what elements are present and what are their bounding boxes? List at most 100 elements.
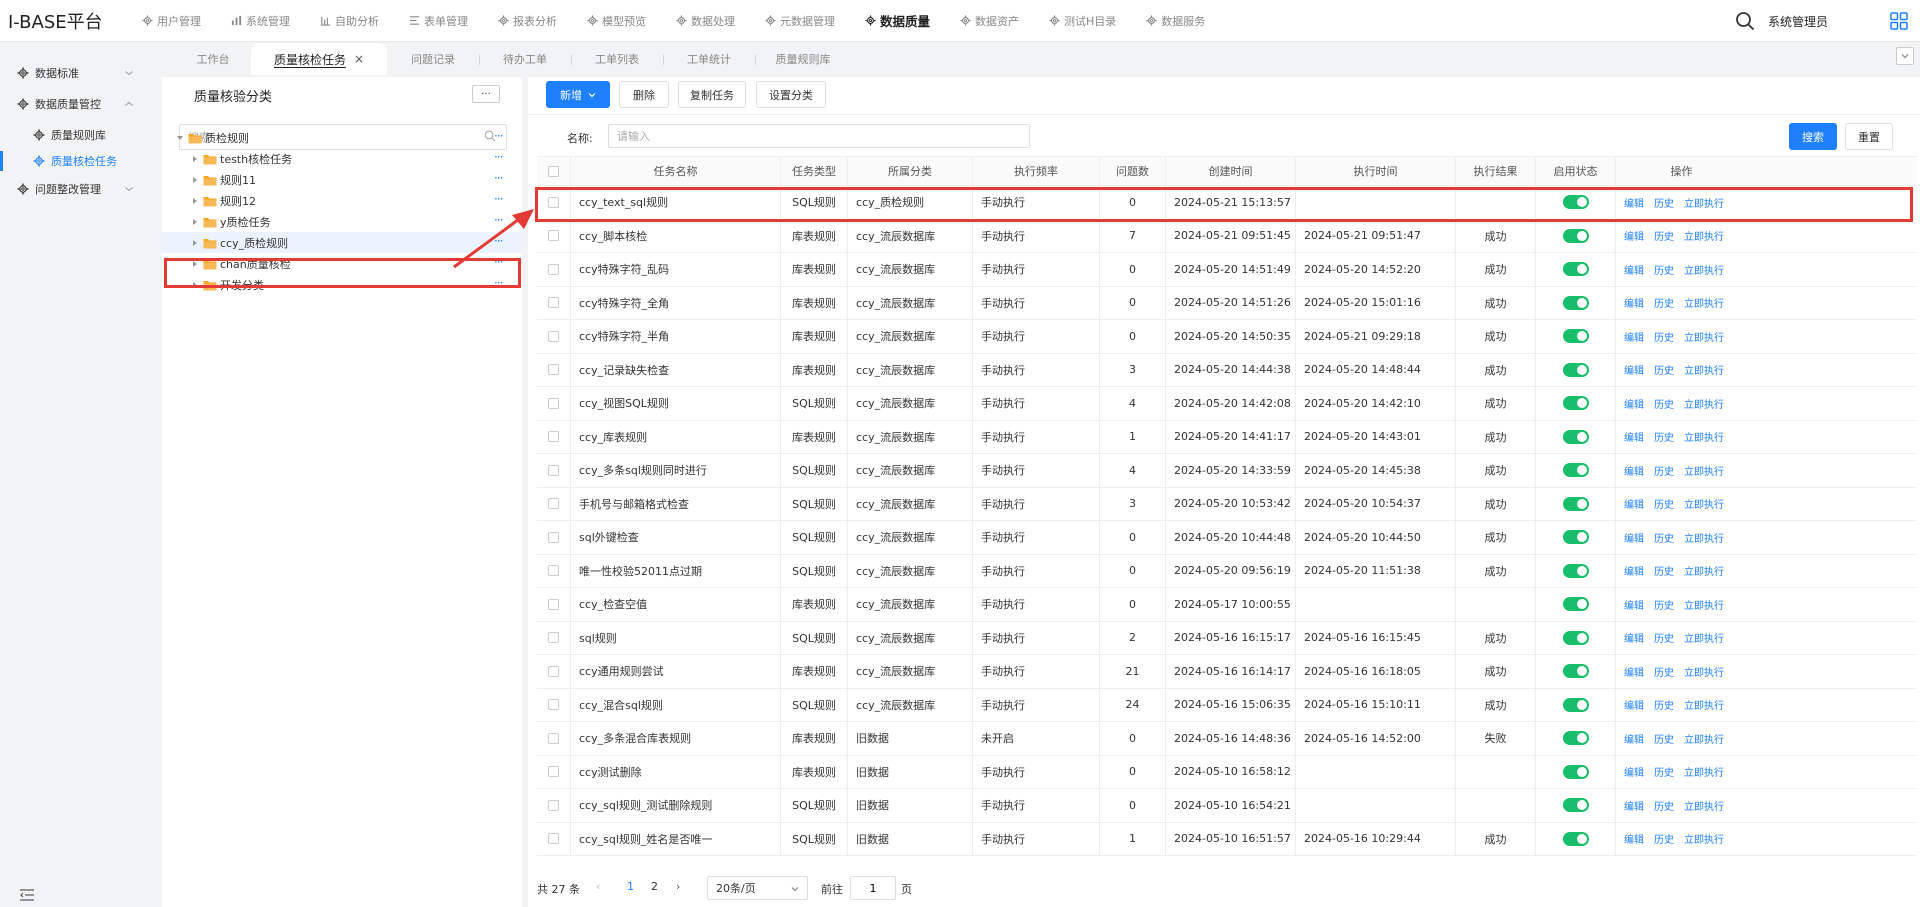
row-checkbox[interactable] [548, 498, 559, 510]
enable-toggle[interactable] [1562, 764, 1589, 779]
tree-node[interactable]: y质检任务 ··· [162, 211, 522, 232]
tab-5[interactable]: 工单统计 [663, 43, 755, 75]
history-link[interactable]: 历史 [1654, 396, 1674, 411]
copy-task-button[interactable]: 复制任务 [678, 81, 746, 108]
table-row[interactable]: sql规则 SQL规则 ccy_流辰数据库 手动执行 2 2024-05-16 16:15… [537, 621, 1917, 655]
history-link[interactable]: 历史 [1654, 329, 1674, 344]
sidebar-item-2[interactable]: 质量规则库 [0, 121, 156, 149]
run-now-link[interactable]: 立即执行 [1684, 396, 1724, 411]
more-icon[interactable]: ··· [494, 235, 504, 247]
topnav-item-10[interactable]: 测试H目录 [1049, 13, 1116, 29]
enable-toggle[interactable] [1562, 396, 1589, 411]
goto-page-input[interactable] [850, 876, 896, 900]
run-now-link[interactable]: 立即执行 [1684, 262, 1724, 277]
enable-toggle[interactable] [1562, 597, 1589, 612]
history-link[interactable]: 历史 [1654, 563, 1674, 578]
tree-node[interactable]: 开发分类 ··· [162, 274, 522, 295]
more-icon[interactable]: ··· [494, 277, 504, 289]
caret-right-icon[interactable] [191, 281, 199, 289]
tab-6[interactable]: 质量规则库 [755, 43, 851, 75]
row-checkbox[interactable] [548, 297, 559, 309]
run-now-link[interactable]: 立即执行 [1684, 530, 1724, 545]
edit-link[interactable]: 编辑 [1624, 295, 1644, 310]
run-now-link[interactable]: 立即执行 [1684, 563, 1724, 578]
run-now-link[interactable]: 立即执行 [1684, 731, 1724, 746]
history-link[interactable]: 历史 [1654, 463, 1674, 478]
edit-link[interactable]: 编辑 [1624, 764, 1644, 779]
table-row[interactable]: ccy_混合sql规则 SQL规则 ccy_流辰数据库 手动执行 24 2024-05-1… [537, 688, 1917, 722]
topnav-item-8[interactable]: 数据质量 [865, 11, 930, 30]
row-checkbox[interactable] [548, 464, 559, 476]
edit-link[interactable]: 编辑 [1624, 262, 1644, 277]
sidebar-item-3[interactable]: 质量核检任务 [0, 147, 156, 175]
run-now-link[interactable]: 立即执行 [1684, 362, 1724, 377]
collapse-menu-icon[interactable] [20, 889, 34, 901]
history-link[interactable]: 历史 [1654, 697, 1674, 712]
run-now-link[interactable]: 立即执行 [1684, 295, 1724, 310]
more-icon[interactable]: ··· [494, 172, 504, 184]
row-checkbox[interactable] [548, 431, 559, 443]
sidebar-item-1[interactable]: 数据质量管控 [0, 90, 156, 118]
edit-link[interactable]: 编辑 [1624, 798, 1644, 813]
row-checkbox[interactable] [548, 665, 559, 677]
select-all-checkbox[interactable] [548, 165, 559, 177]
run-now-link[interactable]: 立即执行 [1684, 496, 1724, 511]
history-link[interactable]: 历史 [1654, 798, 1674, 813]
enable-toggle[interactable] [1562, 798, 1589, 813]
prev-page-button[interactable]: ‹ [596, 880, 600, 893]
row-checkbox[interactable] [548, 531, 559, 543]
row-checkbox[interactable] [548, 766, 559, 778]
history-link[interactable]: 历史 [1654, 731, 1674, 746]
run-now-link[interactable]: 立即执行 [1684, 798, 1724, 813]
edit-link[interactable]: 编辑 [1624, 396, 1644, 411]
run-now-link[interactable]: 立即执行 [1684, 195, 1724, 210]
sidebar-item-4[interactable]: 问题整改管理 [0, 175, 156, 203]
history-link[interactable]: 历史 [1654, 664, 1674, 679]
history-link[interactable]: 历史 [1654, 228, 1674, 243]
enable-toggle[interactable] [1562, 731, 1589, 746]
tree-node[interactable]: 规则12 ··· [162, 190, 522, 211]
run-now-link[interactable]: 立即执行 [1684, 597, 1724, 612]
table-row[interactable]: ccy通用规则尝试 库表规则 ccy_流辰数据库 手动执行 21 2024-05-16 1… [537, 655, 1917, 689]
run-now-link[interactable]: 立即执行 [1684, 831, 1724, 846]
tab-2[interactable]: 问题记录 [387, 43, 479, 75]
tab-4[interactable]: 工单列表 [571, 43, 663, 75]
edit-link[interactable]: 编辑 [1624, 563, 1644, 578]
edit-link[interactable]: 编辑 [1624, 195, 1644, 210]
tab-0[interactable]: 工作台 [175, 43, 251, 75]
history-link[interactable]: 历史 [1654, 262, 1674, 277]
history-link[interactable]: 历史 [1654, 764, 1674, 779]
user-name[interactable]: 系统管理员 [1768, 13, 1828, 30]
enable-toggle[interactable] [1562, 429, 1589, 444]
more-icon[interactable]: ··· [494, 130, 504, 142]
history-link[interactable]: 历史 [1654, 530, 1674, 545]
enable-toggle[interactable] [1562, 563, 1589, 578]
table-row[interactable]: ccy_sql规则_测试删除规则 SQL规则 旧数据 手动执行 0 2024-05-10 … [537, 789, 1917, 823]
table-row[interactable]: ccy_多条混合库表规则 库表规则 旧数据 未开启 0 2024-05-16 14:48:… [537, 722, 1917, 756]
edit-link[interactable]: 编辑 [1624, 731, 1644, 746]
caret-right-icon[interactable] [191, 239, 199, 247]
edit-link[interactable]: 编辑 [1624, 697, 1644, 712]
history-link[interactable]: 历史 [1654, 429, 1674, 444]
table-row[interactable]: ccy_多条sql规则同时进行 SQL规则 ccy_流辰数据库 手动执行 4 2024-0… [537, 454, 1917, 488]
apps-grid-icon[interactable] [1890, 12, 1908, 30]
enable-toggle[interactable] [1562, 831, 1589, 846]
history-link[interactable]: 历史 [1654, 630, 1674, 645]
edit-link[interactable]: 编辑 [1624, 496, 1644, 511]
table-row[interactable]: ccy测试删除 库表规则 旧数据 手动执行 0 2024-05-10 16:58:12 编辑… [537, 755, 1917, 789]
row-checkbox[interactable] [548, 397, 559, 409]
enable-toggle[interactable] [1562, 664, 1589, 679]
history-link[interactable]: 历史 [1654, 597, 1674, 612]
row-checkbox[interactable] [548, 364, 559, 376]
edit-link[interactable]: 编辑 [1624, 463, 1644, 478]
tree-node[interactable]: 质检规则 ··· [162, 127, 522, 148]
tree-node[interactable]: chan质量核检 ··· [162, 253, 522, 274]
close-icon[interactable]: × [354, 52, 364, 66]
tab-3[interactable]: 待办工单 [479, 43, 571, 75]
enable-toggle[interactable] [1562, 295, 1589, 310]
edit-link[interactable]: 编辑 [1624, 362, 1644, 377]
more-icon[interactable]: ··· [494, 193, 504, 205]
row-checkbox[interactable] [548, 598, 559, 610]
tree-node[interactable]: ccy_质检规则 ··· [162, 232, 522, 253]
edit-link[interactable]: 编辑 [1624, 597, 1644, 612]
